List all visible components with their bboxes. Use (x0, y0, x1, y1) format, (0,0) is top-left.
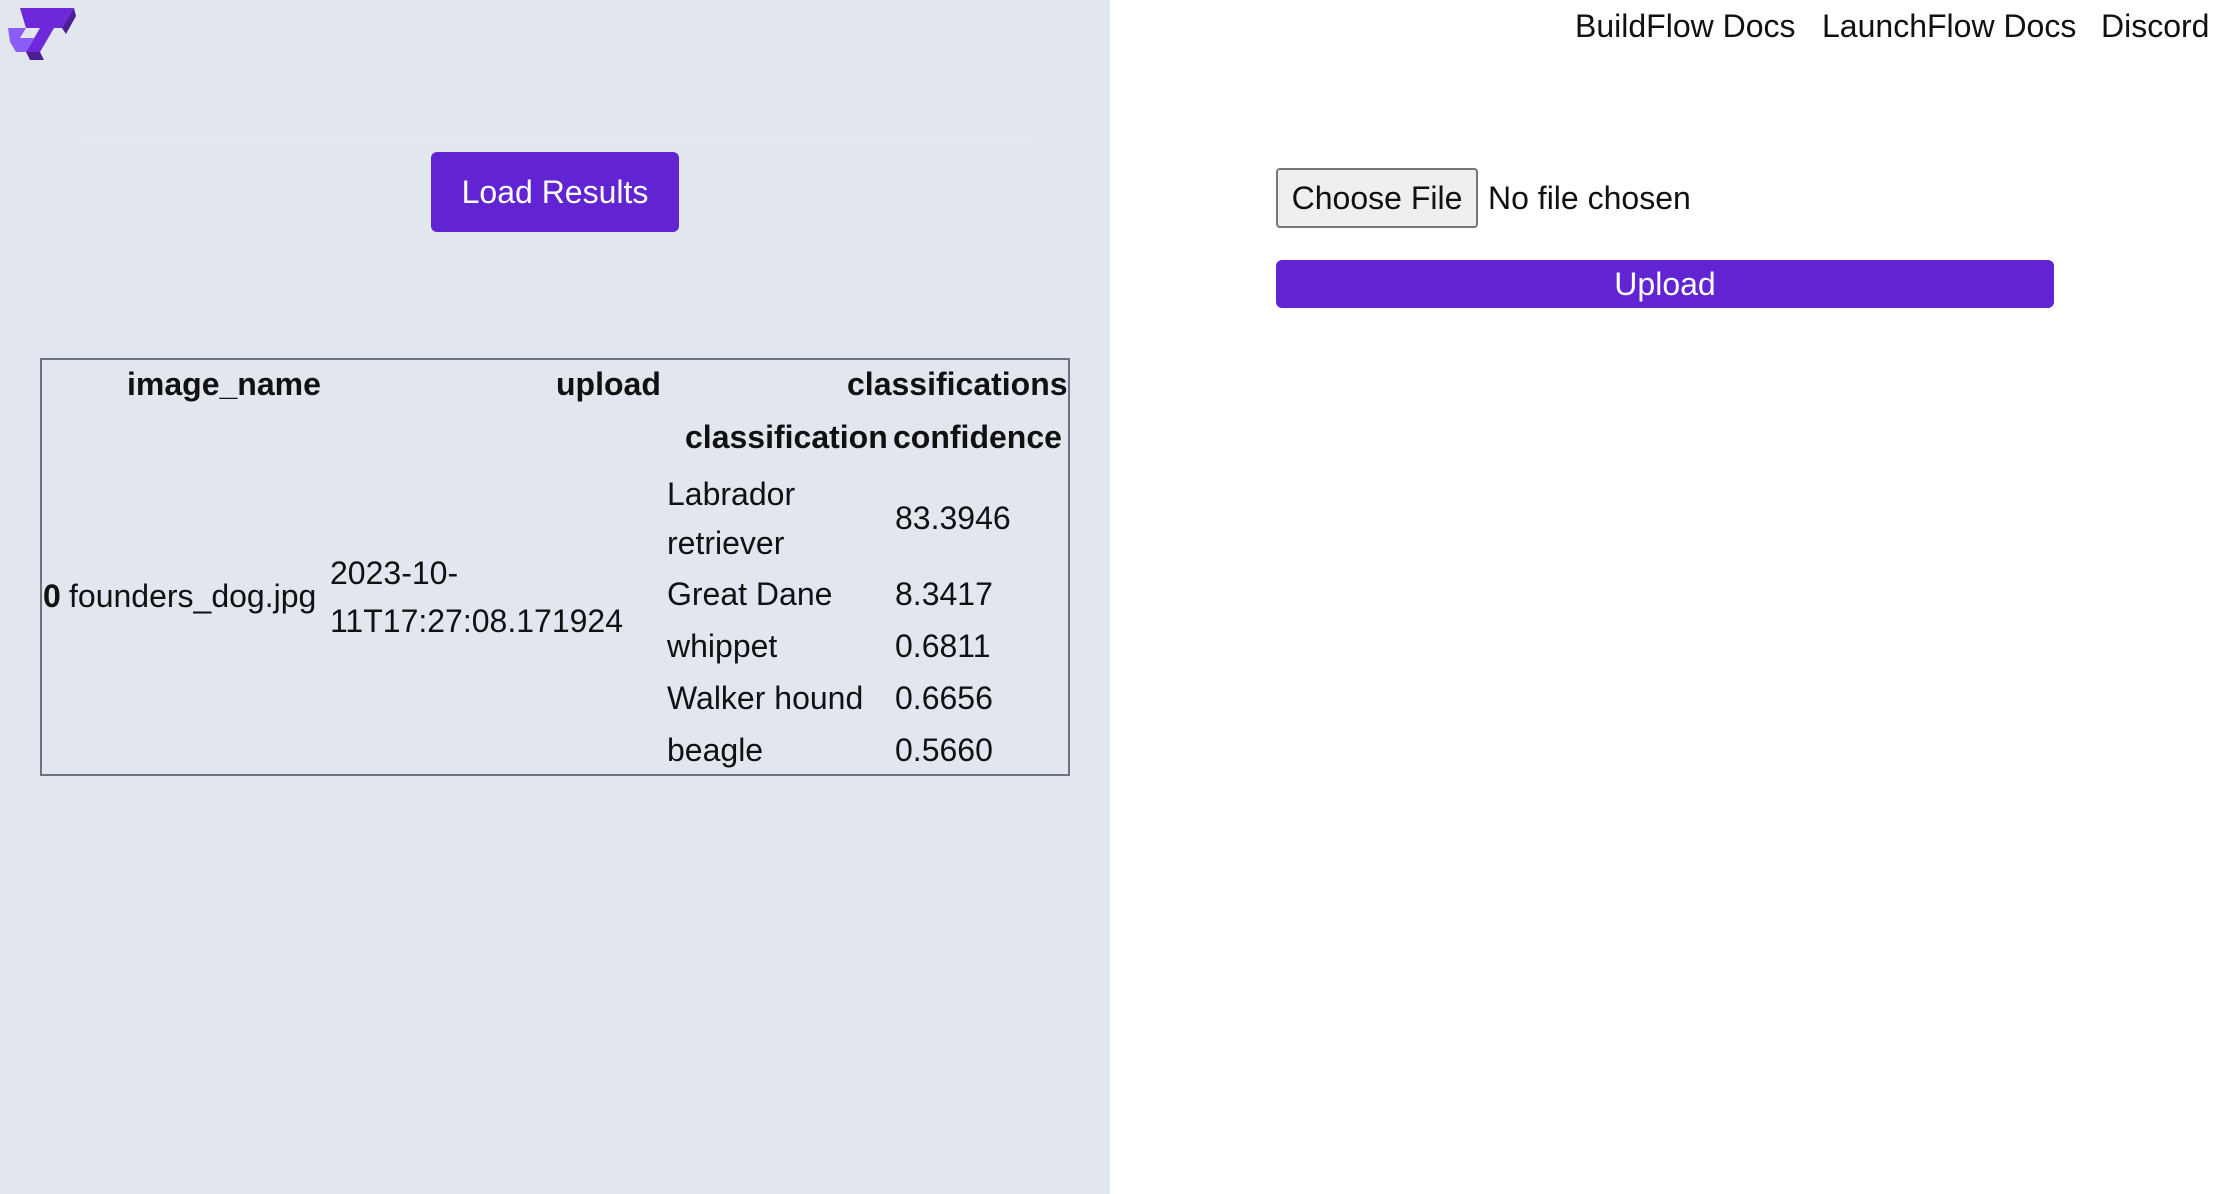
load-results-button[interactable]: Load Results (431, 152, 679, 232)
cell-classification: Labrador (667, 476, 796, 512)
cell-upload-line2: 11T17:27:08.171924 (330, 603, 623, 639)
cell-classification: whippet (667, 628, 778, 664)
cell-classification: Walker hound (667, 680, 864, 716)
file-status: No file chosen (1488, 180, 1691, 216)
cell-classification: beagle (667, 732, 764, 768)
header-classifications: classifications (847, 366, 1068, 402)
cell-classification: retriever (667, 525, 785, 561)
nav-link-buildflow-docs[interactable]: BuildFlow Docs (1575, 6, 1796, 46)
cell-confidence: 8.3417 (895, 576, 993, 612)
cell-confidence: 83.3946 (895, 500, 1011, 536)
cell-confidence: 0.5660 (895, 732, 993, 768)
cell-confidence: 0.6811 (895, 628, 991, 664)
header-confidence: confidence (893, 419, 1062, 455)
cell-confidence: 0.6656 (895, 680, 993, 716)
header-upload: upload (556, 366, 661, 402)
header-image-name: image_name (127, 366, 321, 402)
header-classification: classification (685, 419, 888, 455)
row-index: 0 (43, 578, 61, 614)
choose-file-button[interactable]: Choose File (1276, 168, 1478, 228)
upload-button[interactable]: Upload (1276, 260, 2054, 308)
cell-classification: Great Dane (667, 576, 833, 612)
launchflow-logo-icon[interactable] (6, 6, 76, 62)
results-table: image_name upload classifications classi… (40, 358, 1070, 776)
nav-link-discord[interactable]: Discord (2101, 6, 2209, 46)
cell-upload-line1: 2023-10- (330, 555, 459, 591)
cell-image-name: founders_dog.jpg (69, 578, 317, 614)
results-panel: Load Results image_name upload classific… (0, 0, 1110, 1194)
nav-link-launchflow-docs[interactable]: LaunchFlow Docs (1822, 6, 2076, 46)
